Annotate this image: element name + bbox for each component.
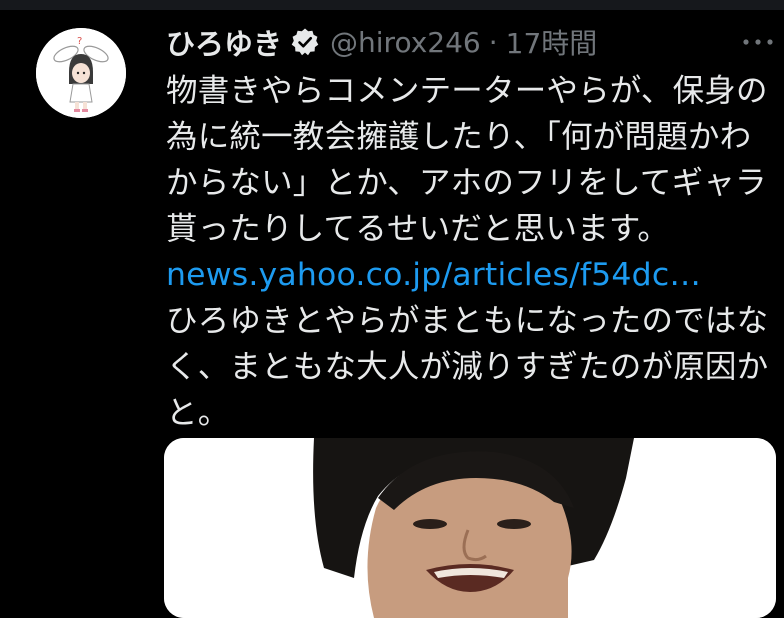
tweet-text-line: 物書きやらコメンテーターやらが、保身の [166, 73, 768, 109]
link-preview-image [164, 438, 776, 618]
more-icon [743, 39, 773, 45]
more-button[interactable] [740, 32, 776, 52]
tweet[interactable]: ? ひろゆき @hirox246 · 17時間 物書きやらコメンテーターやらが、… [0, 10, 784, 618]
tweet-text-line: ひろゆきとやらがまともになったのではな [166, 303, 769, 339]
tweet-text-line: 為に統一教会擁護したり、「何が問題かわ [166, 119, 752, 155]
separator-dot: · [488, 25, 498, 59]
tweet-text-line: 貰ったりしてるせいだと思います。 [166, 211, 670, 247]
tweet-text-line: からない」とか、アホのフリをしてギャラ [166, 165, 767, 201]
article-link[interactable]: news.yahoo.co.jp/articles/f54dc… [166, 252, 776, 298]
media-card[interactable] [164, 438, 776, 618]
top-divider [0, 0, 784, 10]
avatar-illustration: ? [36, 28, 126, 118]
tweet-header: ひろゆき @hirox246 · 17時間 [166, 22, 597, 62]
display-name[interactable]: ひろゆき [166, 21, 282, 63]
tweet-text-line: く、まともな大人が減りすぎたのが原因か [166, 349, 769, 385]
author-handle[interactable]: @hirox246 [330, 26, 481, 59]
svg-text:?: ? [77, 36, 82, 47]
timestamp[interactable]: 17時間 [506, 22, 598, 62]
tweet-text: 物書きやらコメンテーターやらが、保身の 為に統一教会擁護したり、「何が問題かわ … [166, 68, 776, 436]
avatar[interactable]: ? [36, 28, 126, 118]
tweet-text-line: と。 [166, 395, 230, 431]
verified-badge-icon [290, 27, 320, 57]
